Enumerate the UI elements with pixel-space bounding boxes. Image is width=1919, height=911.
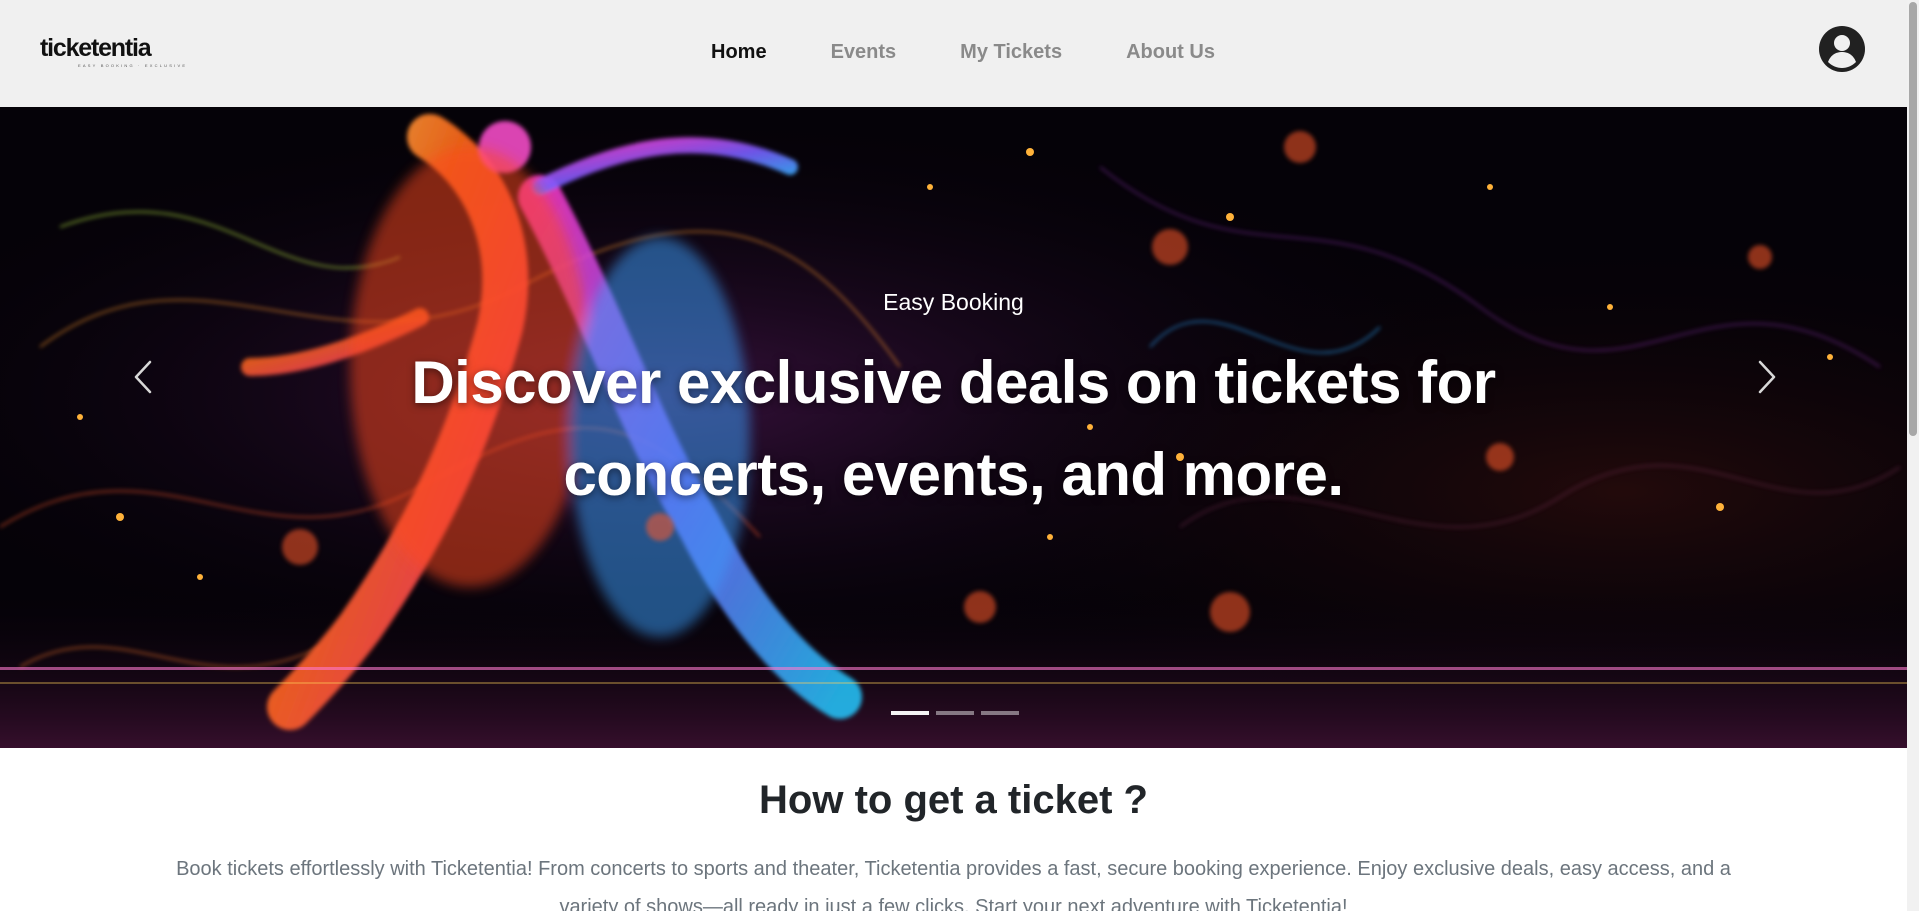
nav-item-my-tickets[interactable]: My Tickets: [960, 40, 1062, 64]
brand-logo[interactable]: ticketentia: [40, 34, 152, 63]
user-circle-icon[interactable]: [1819, 26, 1865, 72]
chevron-left-icon[interactable]: [124, 352, 164, 402]
page-scrollbar[interactable]: [1907, 0, 1919, 911]
main-nav: Home Events My Tickets About Us: [711, 40, 1215, 64]
carousel-indicators: [891, 711, 1019, 715]
brand-tagline: EASY BOOKING · EXCLUSIVE DEALS: [78, 63, 188, 68]
site-header: ticketentia EASY BOOKING · EXCLUSIVE DEA…: [0, 0, 1907, 107]
nav-item-home[interactable]: Home: [711, 40, 767, 64]
scrollbar-thumb[interactable]: [1909, 2, 1917, 436]
chevron-right-icon[interactable]: [1746, 352, 1786, 402]
page: ticketentia EASY BOOKING · EXCLUSIVE DEA…: [0, 0, 1919, 911]
nav-item-events[interactable]: Events: [831, 40, 897, 64]
carousel-indicator-3[interactable]: [981, 711, 1019, 715]
section-title: How to get a ticket ?: [759, 778, 1148, 822]
carousel-indicator-2[interactable]: [936, 711, 974, 715]
hero-carousel: Easy Booking Discover exclusive deals on…: [0, 107, 1907, 748]
hero-title: Discover exclusive deals on tickets for …: [411, 349, 1496, 508]
nav-item-about-us[interactable]: About Us: [1126, 40, 1215, 64]
hero-subtitle: Easy Booking: [883, 289, 1024, 315]
section-description: Book tickets effortlessly with Ticketent…: [176, 858, 1731, 911]
carousel-indicator-1[interactable]: [891, 711, 929, 715]
